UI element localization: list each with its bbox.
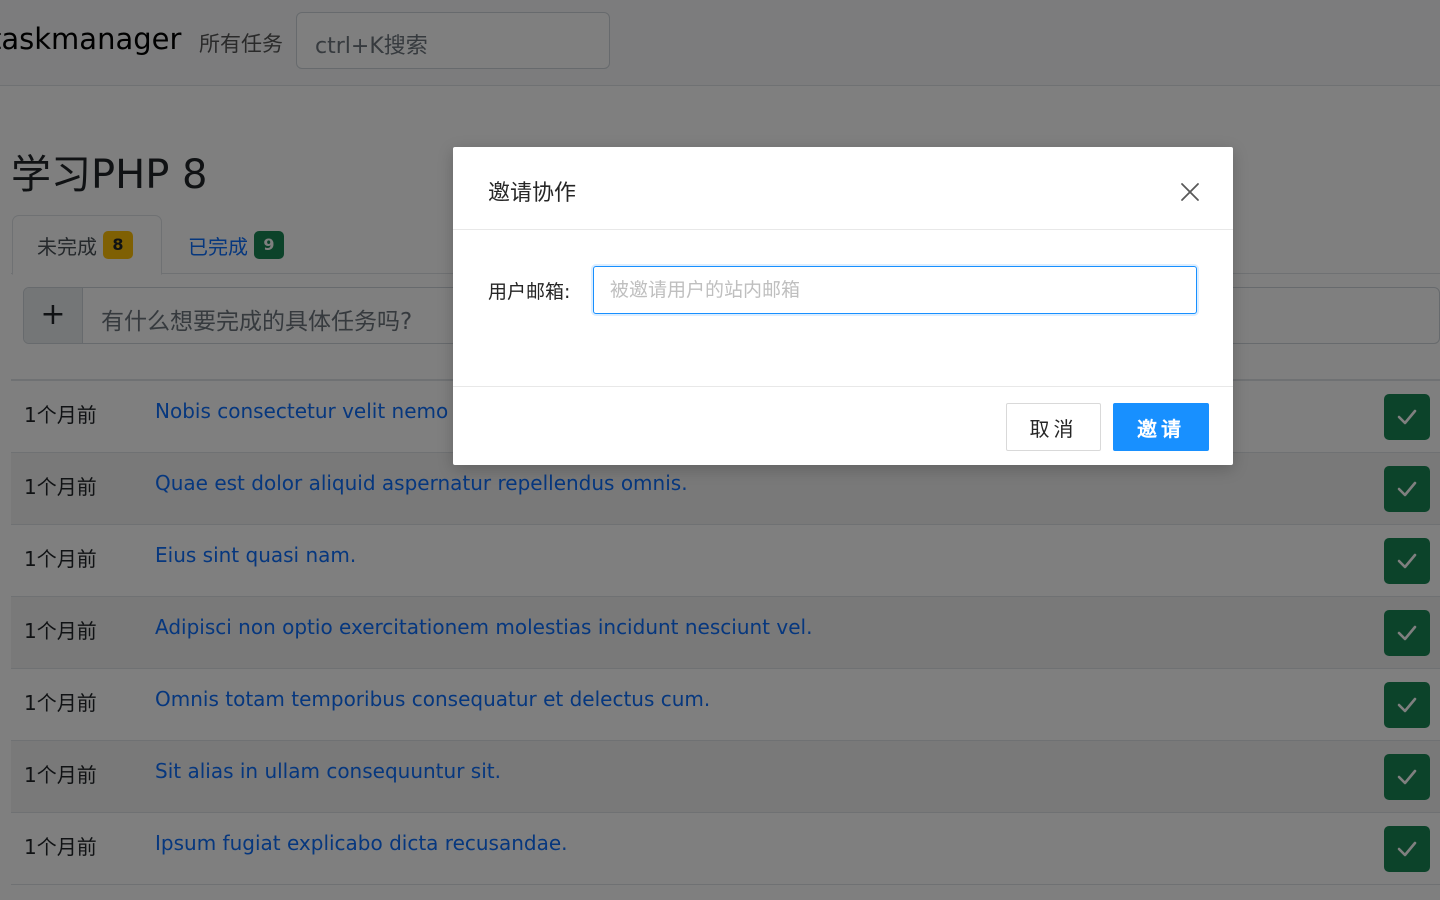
invite-collaborator-dialog: 邀请协作 用户邮箱: 取消 邀请 (453, 147, 1233, 465)
modal-title: 邀请协作 (488, 181, 577, 206)
close-icon (1181, 183, 1199, 201)
modal-header: 邀请协作 (453, 147, 1233, 230)
email-label: 用户邮箱: (488, 281, 571, 303)
cancel-button[interactable]: 取消 (1006, 403, 1101, 451)
email-field[interactable] (593, 266, 1197, 314)
close-button[interactable] (1175, 177, 1205, 207)
invite-button[interactable]: 邀请 (1113, 403, 1209, 451)
modal-footer: 取消 邀请 (453, 386, 1233, 465)
